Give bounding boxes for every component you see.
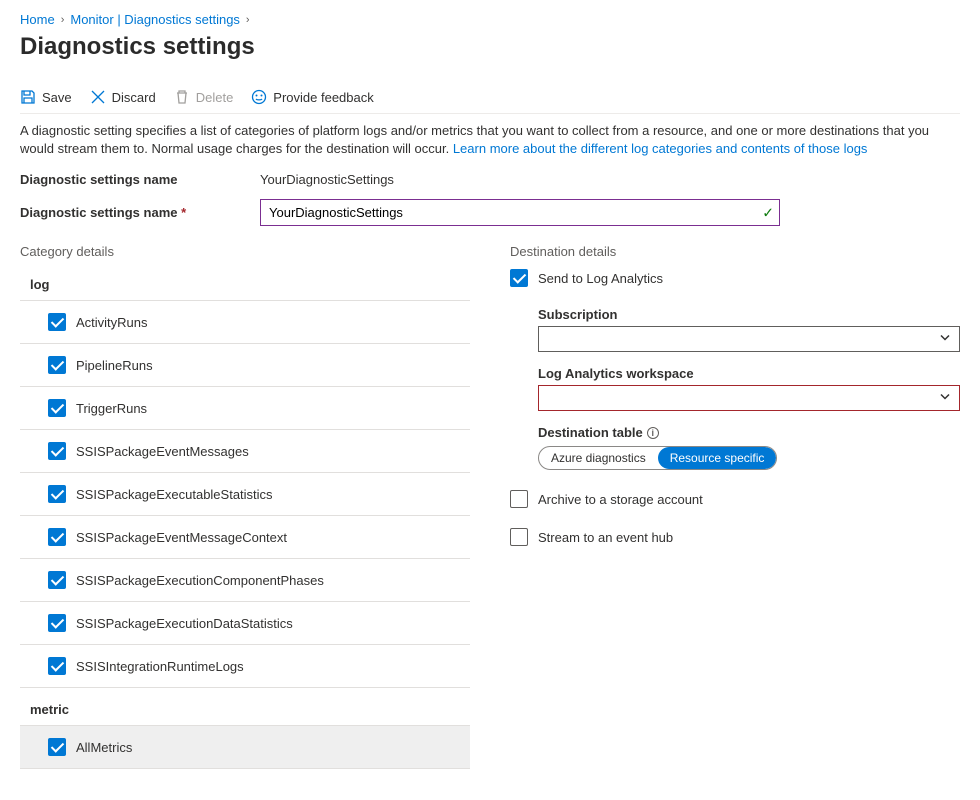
- name-label-static: Diagnostic settings name: [20, 172, 260, 187]
- workspace-select[interactable]: [538, 385, 960, 411]
- checkbox-pipelineruns[interactable]: [48, 356, 66, 374]
- log-label: SSISPackageExecutionDataStatistics: [76, 616, 293, 631]
- stream-eventhub-label: Stream to an event hub: [538, 530, 673, 545]
- checkmark-icon: ✓: [762, 204, 774, 221]
- chevron-right-icon: ›: [61, 14, 65, 26]
- subscription-label: Subscription: [538, 307, 960, 322]
- log-label: SSISPackageExecutionComponentPhases: [76, 573, 324, 588]
- checkbox-ssiscomponentphases[interactable]: [48, 571, 66, 589]
- discard-label: Discard: [112, 90, 156, 105]
- checkbox-ssisdatastats[interactable]: [48, 614, 66, 632]
- checkbox-activityruns[interactable]: [48, 313, 66, 331]
- checkbox-archive-storage[interactable]: [510, 490, 528, 508]
- chevron-down-icon: [939, 332, 951, 347]
- breadcrumb: Home › Monitor | Diagnostics settings ›: [20, 12, 960, 27]
- required-mark: *: [181, 205, 186, 220]
- send-log-analytics-label: Send to Log Analytics: [538, 271, 663, 286]
- checkbox-triggerruns[interactable]: [48, 399, 66, 417]
- metric-header: metric: [20, 694, 470, 726]
- checkbox-stream-eventhub[interactable]: [510, 528, 528, 546]
- destination-details-column: Destination details Send to Log Analytic…: [510, 244, 960, 769]
- toggle-azure-diagnostics[interactable]: Azure diagnostics: [539, 447, 658, 469]
- feedback-button[interactable]: Provide feedback: [251, 89, 373, 105]
- log-label: SSISPackageExecutableStatistics: [76, 487, 273, 502]
- delete-button: Delete: [174, 89, 234, 105]
- checkbox-ssisexecstats[interactable]: [48, 485, 66, 503]
- info-icon[interactable]: i: [647, 427, 659, 439]
- discard-button[interactable]: Discard: [90, 89, 156, 105]
- delete-label: Delete: [196, 90, 234, 105]
- metric-label: AllMetrics: [76, 740, 132, 755]
- save-icon: [20, 89, 36, 105]
- checkbox-send-log-analytics[interactable]: [510, 269, 528, 287]
- subscription-select[interactable]: [538, 326, 960, 352]
- category-details-title: Category details: [20, 244, 470, 259]
- workspace-label: Log Analytics workspace: [538, 366, 960, 381]
- chevron-down-icon: [939, 391, 951, 406]
- log-label: PipelineRuns: [76, 358, 153, 373]
- smiley-icon: [251, 89, 267, 105]
- checkbox-ssisruntimelogs[interactable]: [48, 657, 66, 675]
- close-icon: [90, 89, 106, 105]
- destination-table-label: Destination table: [538, 425, 643, 440]
- feedback-label: Provide feedback: [273, 90, 373, 105]
- page-title: Diagnostics settings: [20, 33, 960, 61]
- log-header: log: [20, 269, 470, 301]
- archive-storage-label: Archive to a storage account: [538, 492, 703, 507]
- log-label: SSISPackageEventMessages: [76, 444, 249, 459]
- log-label: SSISPackageEventMessageContext: [76, 530, 287, 545]
- checkbox-ssiseventmessages[interactable]: [48, 442, 66, 460]
- toolbar: Save Discard Delete Provide feedback: [20, 81, 960, 114]
- checkbox-ssiseventcontext[interactable]: [48, 528, 66, 546]
- destination-details-title: Destination details: [510, 244, 960, 259]
- breadcrumb-home[interactable]: Home: [20, 12, 55, 27]
- trash-icon: [174, 89, 190, 105]
- save-label: Save: [42, 90, 72, 105]
- log-label: TriggerRuns: [76, 401, 147, 416]
- description-text: A diagnostic setting specifies a list of…: [20, 122, 960, 158]
- learn-more-link[interactable]: Learn more about the different log categ…: [453, 141, 868, 156]
- name-label-input: Diagnostic settings name *: [20, 205, 260, 220]
- breadcrumb-monitor[interactable]: Monitor | Diagnostics settings: [70, 12, 240, 27]
- save-button[interactable]: Save: [20, 89, 72, 105]
- category-details-column: Category details log ActivityRuns Pipeli…: [20, 244, 470, 769]
- name-input[interactable]: [260, 199, 780, 226]
- log-label: SSISIntegrationRuntimeLogs: [76, 659, 244, 674]
- log-label: ActivityRuns: [76, 315, 148, 330]
- destination-table-toggle[interactable]: Azure diagnostics Resource specific: [538, 446, 777, 470]
- name-value-static: YourDiagnosticSettings: [260, 172, 394, 187]
- chevron-right-icon: ›: [246, 14, 250, 26]
- checkbox-allmetrics[interactable]: [48, 738, 66, 756]
- toggle-resource-specific[interactable]: Resource specific: [658, 447, 777, 469]
